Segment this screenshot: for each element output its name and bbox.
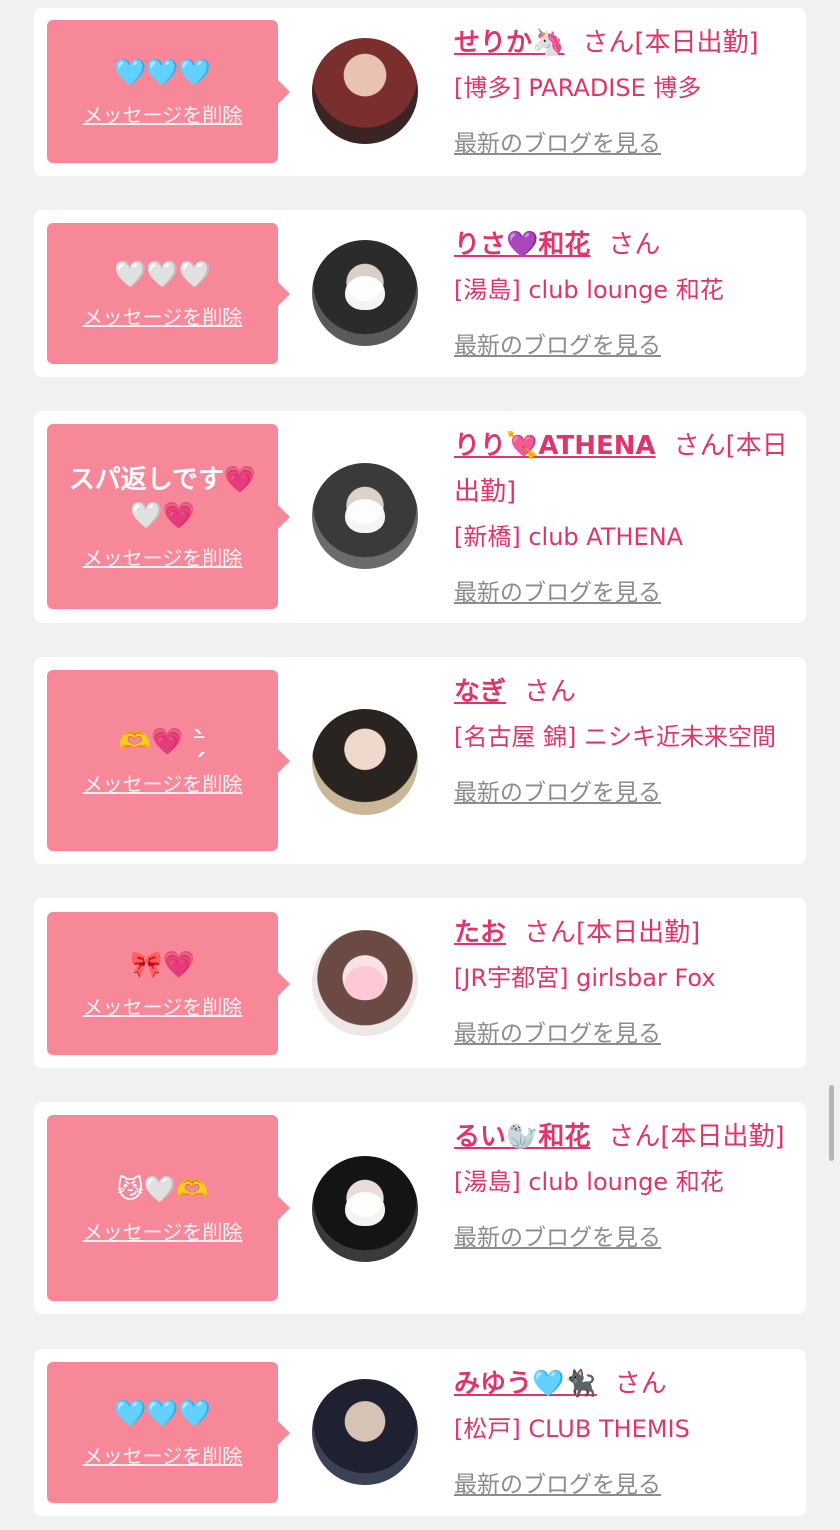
avatar[interactable]: [312, 709, 418, 815]
avatar[interactable]: [312, 930, 418, 1036]
delete-message-link[interactable]: メッセージを削除: [83, 542, 243, 571]
message-card: 🤍🤍🤍 メッセージを削除 りさ💜和花 さん [湯島] club lounge 和花…: [34, 210, 806, 377]
message-bubble: 🎀💗 メッセージを削除: [47, 912, 290, 1055]
name-suffix: さん: [524, 918, 577, 948]
card-info: みゆう🩵🐈‍⬛ さん [松戸] CLUB THEMIS 最新のブログを見る: [454, 1361, 794, 1499]
attendance-status: [本日出勤]: [634, 28, 759, 58]
attendance-status: [本日出勤]: [576, 918, 701, 948]
message-text: 🫶💗 ⁻̗̀: [118, 727, 207, 757]
cast-name-link[interactable]: りり💘ATHENA: [454, 431, 656, 461]
cast-name-link[interactable]: なぎ: [454, 677, 506, 707]
delete-message-link[interactable]: メッセージを削除: [83, 1216, 243, 1245]
name-line: るい🦭和花 さん[本日出勤]: [454, 1114, 794, 1160]
card-info: りり💘ATHENA さん[本日出勤] [新橋] club ATHENA 最新のブロ…: [454, 423, 794, 607]
message-text: 🩵🩵🩵: [113, 1399, 212, 1429]
shop-name: [松戸] CLUB THEMIS: [454, 1415, 690, 1443]
message-card: 🫶💗 ⁻̗̀ メッセージを削除 なぎ さん [名古屋 錦] ニシキ近未来空間 最新…: [34, 657, 806, 864]
avatar[interactable]: [312, 1379, 418, 1485]
avatar[interactable]: [312, 1156, 418, 1262]
card-info: たお さん[本日出勤] [JR宇都宮] girlsbar Fox 最新のブログを見…: [454, 910, 794, 1048]
message-bubble: 😼🤍🫶 メッセージを削除: [47, 1115, 290, 1301]
shop-name: [湯島] club lounge 和花: [454, 276, 724, 304]
delete-message-link[interactable]: メッセージを削除: [83, 1440, 243, 1469]
cast-name-link[interactable]: たお: [454, 918, 506, 948]
latest-blog-link[interactable]: 最新のブログを見る: [454, 326, 661, 360]
message-card: 🎀💗 メッセージを削除 たお さん[本日出勤] [JR宇都宮] girlsbar …: [34, 898, 806, 1068]
name-suffix: さん: [673, 431, 726, 461]
name-suffix: さん: [614, 1369, 667, 1399]
delete-message-link[interactable]: メッセージを削除: [83, 768, 243, 797]
shop-name: [湯島] club lounge 和花: [454, 1168, 724, 1196]
name-line: せりか🦄 さん[本日出勤]: [454, 20, 794, 66]
face-blur-sticker: [345, 1192, 385, 1226]
latest-blog-link[interactable]: 最新のブログを見る: [454, 1465, 661, 1499]
cast-name-link[interactable]: るい🦭和花: [454, 1122, 590, 1152]
card-info: なぎ さん [名古屋 錦] ニシキ近未来空間 最新のブログを見る: [454, 669, 794, 807]
delete-message-link[interactable]: メッセージを削除: [83, 301, 243, 330]
shop-name: [JR宇都宮] girlsbar Fox: [454, 964, 716, 992]
attendance-status: [本日出勤]: [660, 1122, 785, 1152]
message-bubble: 🤍🤍🤍 メッセージを削除: [47, 223, 290, 364]
message-bubble: 🫶💗 ⁻̗̀ メッセージを削除: [47, 670, 290, 851]
latest-blog-link[interactable]: 最新のブログを見る: [454, 1014, 661, 1048]
face-blur-sticker: [345, 499, 385, 533]
message-card: 🩵🩵🩵 メッセージを削除 せりか🦄 さん[本日出勤] [博多] PARADISE …: [34, 8, 806, 176]
message-text: 🎀💗: [130, 950, 195, 980]
face-blur-sticker: [345, 276, 385, 310]
shop-name: [新橋] club ATHENA: [454, 523, 684, 551]
name-line: たお さん[本日出勤]: [454, 910, 794, 956]
latest-blog-link[interactable]: 最新のブログを見る: [454, 773, 661, 807]
message-text: 🩵🩵🩵: [113, 58, 212, 88]
name-suffix: さん: [524, 677, 577, 707]
name-line: なぎ さん: [454, 669, 794, 715]
delete-message-link[interactable]: メッセージを削除: [83, 99, 243, 128]
message-card: 🩵🩵🩵 メッセージを削除 みゆう🩵🐈‍⬛ さん [松戸] CLUB THEMIS …: [34, 1349, 806, 1516]
avatar[interactable]: [312, 463, 418, 569]
avatar[interactable]: [312, 38, 418, 144]
message-card: スパ返しです💗🤍💗 メッセージを削除 りり💘ATHENA さん[本日出勤] [新橋…: [34, 411, 806, 623]
latest-blog-link[interactable]: 最新のブログを見る: [454, 1218, 661, 1252]
latest-blog-link[interactable]: 最新のブログを見る: [454, 573, 661, 607]
cast-name-link[interactable]: りさ💜和花: [454, 230, 590, 260]
cast-name-link[interactable]: みゆう🩵🐈‍⬛: [454, 1369, 597, 1399]
shop-name: [博多] PARADISE 博多: [454, 74, 702, 102]
name-suffix: さん: [608, 230, 661, 260]
cast-name-link[interactable]: せりか🦄: [454, 28, 564, 58]
card-info: せりか🦄 さん[本日出勤] [博多] PARADISE 博多 最新のブログを見る: [454, 20, 794, 158]
message-text: 😼🤍🫶: [116, 1174, 209, 1205]
avatar[interactable]: [312, 240, 418, 346]
message-text: スパ返しです💗🤍💗: [68, 465, 257, 531]
message-bubble: 🩵🩵🩵 メッセージを削除: [47, 1362, 290, 1503]
shop-name: [名古屋 錦] ニシキ近未来空間: [454, 723, 776, 751]
message-card: 😼🤍🫶 メッセージを削除 るい🦭和花 さん[本日出勤] [湯島] club lou…: [34, 1102, 806, 1314]
message-bubble: スパ返しです💗🤍💗 メッセージを削除: [47, 424, 290, 609]
name-line: りさ💜和花 さん: [454, 222, 794, 268]
delete-message-link[interactable]: メッセージを削除: [83, 991, 243, 1020]
latest-blog-link[interactable]: 最新のブログを見る: [454, 124, 661, 158]
card-info: りさ💜和花 さん [湯島] club lounge 和花 最新のブログを見る: [454, 222, 794, 360]
name-line: りり💘ATHENA さん[本日出勤]: [454, 423, 794, 515]
scrollbar[interactable]: [829, 1085, 834, 1161]
message-text: 🤍🤍🤍: [113, 260, 212, 290]
name-suffix: さん: [582, 28, 635, 58]
heart-sticker: [345, 966, 385, 1000]
message-bubble: 🩵🩵🩵 メッセージを削除: [47, 20, 290, 163]
card-info: るい🦭和花 さん[本日出勤] [湯島] club lounge 和花 最新のブログ…: [454, 1114, 794, 1252]
name-line: みゆう🩵🐈‍⬛ さん: [454, 1361, 794, 1407]
name-suffix: さん: [608, 1122, 661, 1152]
